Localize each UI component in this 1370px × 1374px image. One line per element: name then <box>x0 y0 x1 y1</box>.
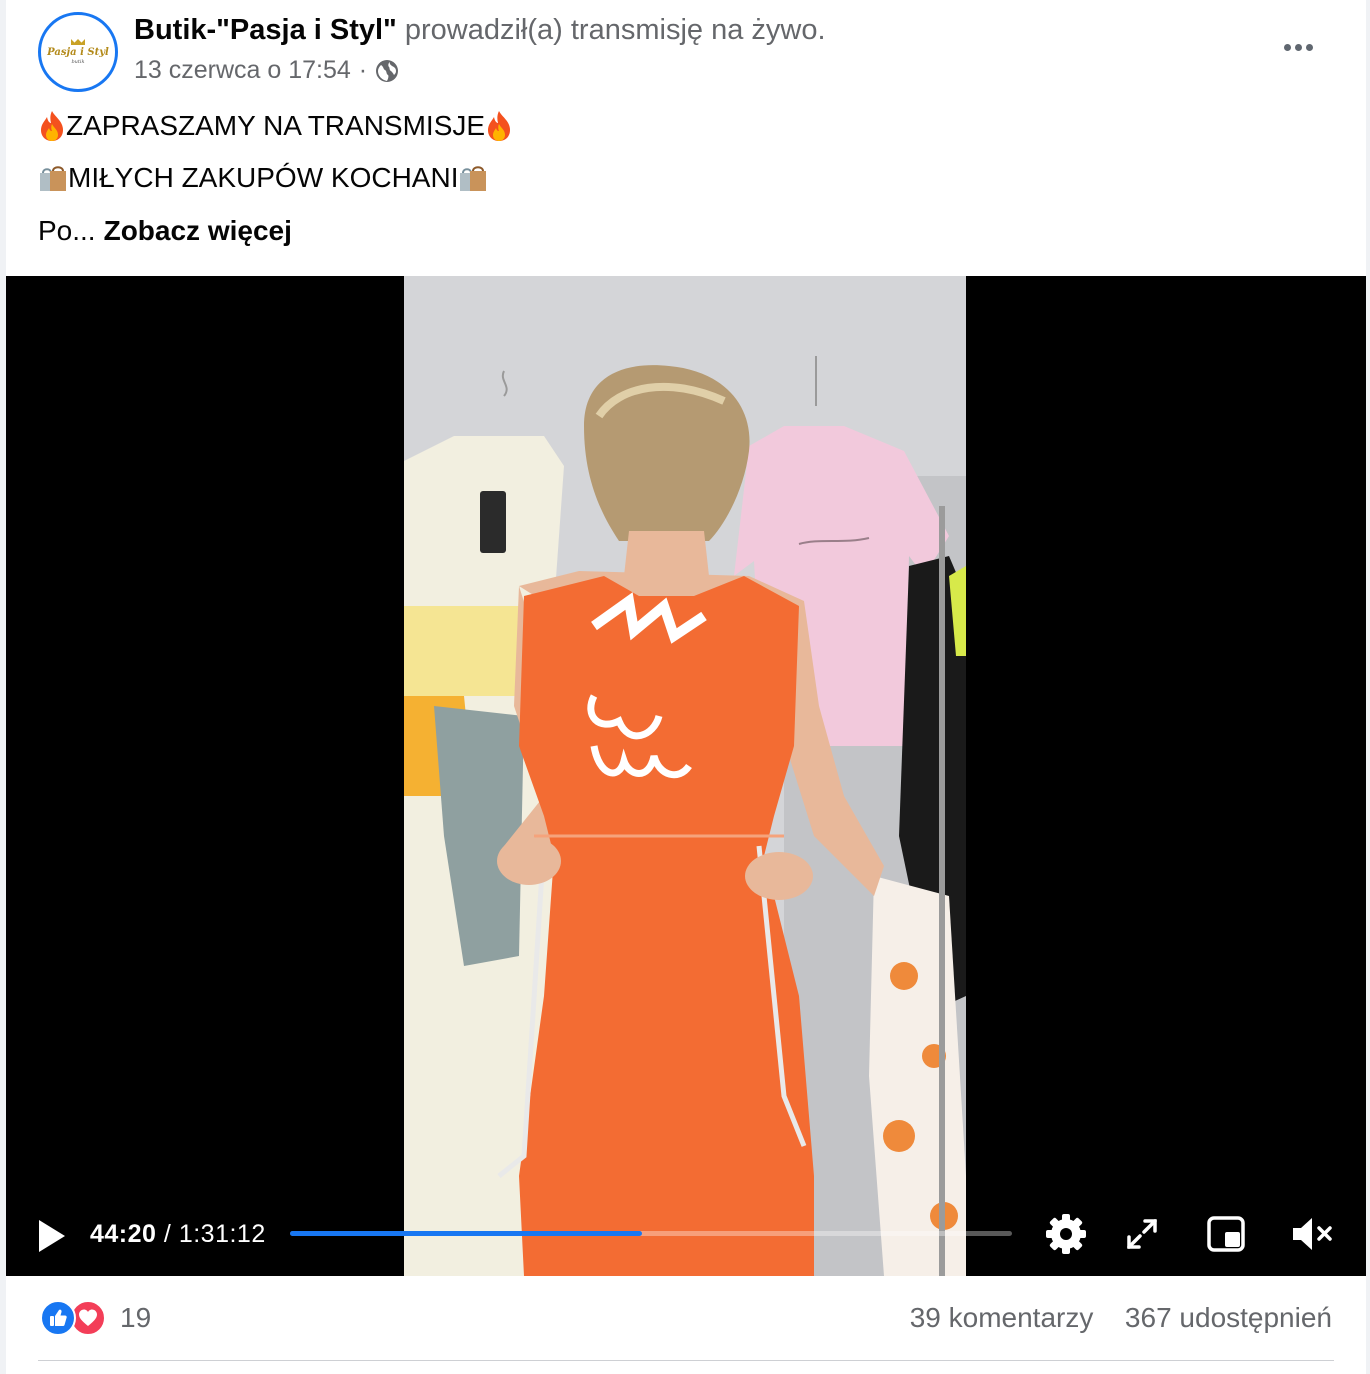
post-action-text: prowadził(a) transmisję na żywo. <box>404 14 826 46</box>
caption-truncated-text: Po... <box>38 215 96 246</box>
muted-speaker-icon[interactable] <box>1290 1212 1334 1256</box>
comments-count-link[interactable]: 39 komentarzy <box>910 1302 1094 1333</box>
fire-emoji-icon <box>38 110 66 142</box>
more-options-icon[interactable] <box>1278 34 1318 60</box>
meta-separator: · <box>358 56 368 84</box>
post-header: Butik-"Pasja i Styl" prowadził(a) transm… <box>134 14 826 47</box>
shares-count-link[interactable]: 367 udostępnień <box>1125 1302 1332 1333</box>
video-frame[interactable] <box>404 276 966 1276</box>
shopping-bags-emoji-icon <box>458 163 488 193</box>
progress-fill <box>290 1231 643 1236</box>
post-footer: 19 39 komentarzy 367 udostępnień <box>6 1276 1366 1374</box>
reaction-count: 19 <box>120 1302 152 1333</box>
video-player[interactable]: 44:20 / 1:31:12 <box>6 276 1366 1276</box>
page-name-link[interactable]: Butik-"Pasja i Styl" <box>134 14 397 46</box>
video-time: 44:20 / 1:31:12 <box>90 1220 266 1249</box>
post-timestamp[interactable]: 13 czerwca o 17:54 <box>134 56 351 85</box>
see-more-link[interactable]: Zobacz więcej <box>104 215 292 247</box>
page-avatar[interactable]: Pasja i Styl butik <box>38 12 118 92</box>
current-time: 44:20 <box>90 1220 157 1248</box>
caption-line-1: ZAPRASZAMY NA TRANSMISJE <box>38 110 513 142</box>
divider <box>38 1360 1334 1361</box>
shopping-bags-emoji-icon <box>38 163 68 193</box>
play-icon[interactable] <box>36 1218 68 1254</box>
post-meta: 13 czerwca o 17:54 · <box>134 56 399 85</box>
caption-text-2: MIŁYCH ZAKUPÓW KOCHANI <box>68 162 459 193</box>
page-logo: Pasja i Styl butik <box>44 18 112 86</box>
progress-bar[interactable] <box>290 1231 1012 1236</box>
fire-emoji-icon <box>485 110 513 142</box>
miniplayer-icon[interactable] <box>1204 1212 1248 1256</box>
crown-icon <box>71 39 85 45</box>
like-icon <box>40 1300 76 1336</box>
video-duration: 1:31:12 <box>178 1220 266 1248</box>
globe-icon[interactable] <box>375 59 399 83</box>
caption-line-2: MIŁYCH ZAKUPÓW KOCHANI <box>38 162 488 194</box>
fullscreen-icon[interactable] <box>1120 1212 1164 1256</box>
caption-line-3: Po... Zobacz więcej <box>38 215 292 247</box>
video-controls: 44:20 / 1:31:12 <box>6 1206 1366 1276</box>
time-separator: / <box>163 1220 172 1248</box>
logo-text: Pasja i Styl <box>47 47 109 58</box>
caption-text-1: ZAPRASZAMY NA TRANSMISJE <box>66 110 486 141</box>
engagement-stats: 39 komentarzy 367 udostępnień <box>910 1302 1332 1334</box>
logo-subtext: butik <box>71 59 85 65</box>
reactions-summary[interactable]: 19 <box>40 1300 151 1336</box>
post-card: Pasja i Styl butik Butik-"Pasja i Styl" … <box>6 0 1366 1374</box>
settings-icon[interactable] <box>1044 1212 1088 1256</box>
